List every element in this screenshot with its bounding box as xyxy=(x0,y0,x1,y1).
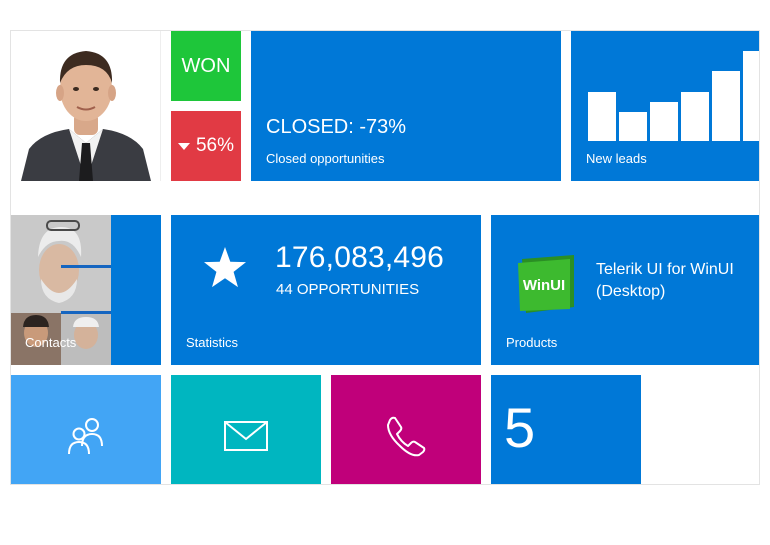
tile-board: WON 56% CLOSED: -73% Closed opportunitie… xyxy=(10,30,760,485)
closed-headline: CLOSED: -73% xyxy=(266,116,407,138)
products-caption: Products xyxy=(506,335,558,350)
leads-bar xyxy=(743,51,759,141)
won-tile[interactable]: WON xyxy=(171,31,241,101)
products-tile[interactable]: WinUI Telerik UI for WinUI (Desktop) Pro… xyxy=(491,215,759,365)
won-label: WON xyxy=(181,54,231,77)
winui-logo: WinUI xyxy=(518,255,574,313)
leads-bar xyxy=(619,112,647,141)
closed-opportunities-tile[interactable]: CLOSED: -73% Closed opportunities xyxy=(251,31,561,181)
statistics-caption: Statistics xyxy=(186,335,239,350)
people-icon xyxy=(68,418,103,455)
products-title: Telerik UI for WinUI (Desktop) xyxy=(596,261,734,300)
profile-avatar xyxy=(11,31,160,181)
contacts-tile[interactable]: Contacts xyxy=(11,215,161,365)
leads-bar xyxy=(681,92,709,141)
leads-bar xyxy=(712,71,740,141)
statistics-subtitle: 44 OPPORTUNITIES xyxy=(276,281,420,298)
statistics-value: 176,083,496 xyxy=(275,241,445,274)
contacts-caption: Contacts xyxy=(25,335,77,350)
leads-bar xyxy=(650,102,678,141)
phone-icon xyxy=(387,416,426,457)
leads-bar xyxy=(588,92,616,141)
percent-tile[interactable]: 56% xyxy=(171,111,241,181)
phone-tile[interactable] xyxy=(331,375,481,484)
people-tile[interactable] xyxy=(11,375,161,484)
profile-tile[interactable] xyxy=(11,31,161,181)
count-tile[interactable]: 5 xyxy=(491,375,641,484)
mail-tile[interactable] xyxy=(171,375,321,484)
new-leads-tile[interactable]: New leads xyxy=(571,31,759,181)
svg-text:WinUI: WinUI xyxy=(523,277,565,294)
percent-label: 56% xyxy=(195,135,235,156)
count-value: 5 xyxy=(504,396,536,459)
mail-icon xyxy=(224,421,268,452)
triangle-down-icon xyxy=(177,143,190,150)
leads-caption: New leads xyxy=(586,151,647,166)
closed-caption: Closed opportunities xyxy=(266,151,385,166)
statistics-tile[interactable]: 176,083,496 44 OPPORTUNITIES Statistics xyxy=(171,215,481,365)
star-icon xyxy=(204,247,246,288)
